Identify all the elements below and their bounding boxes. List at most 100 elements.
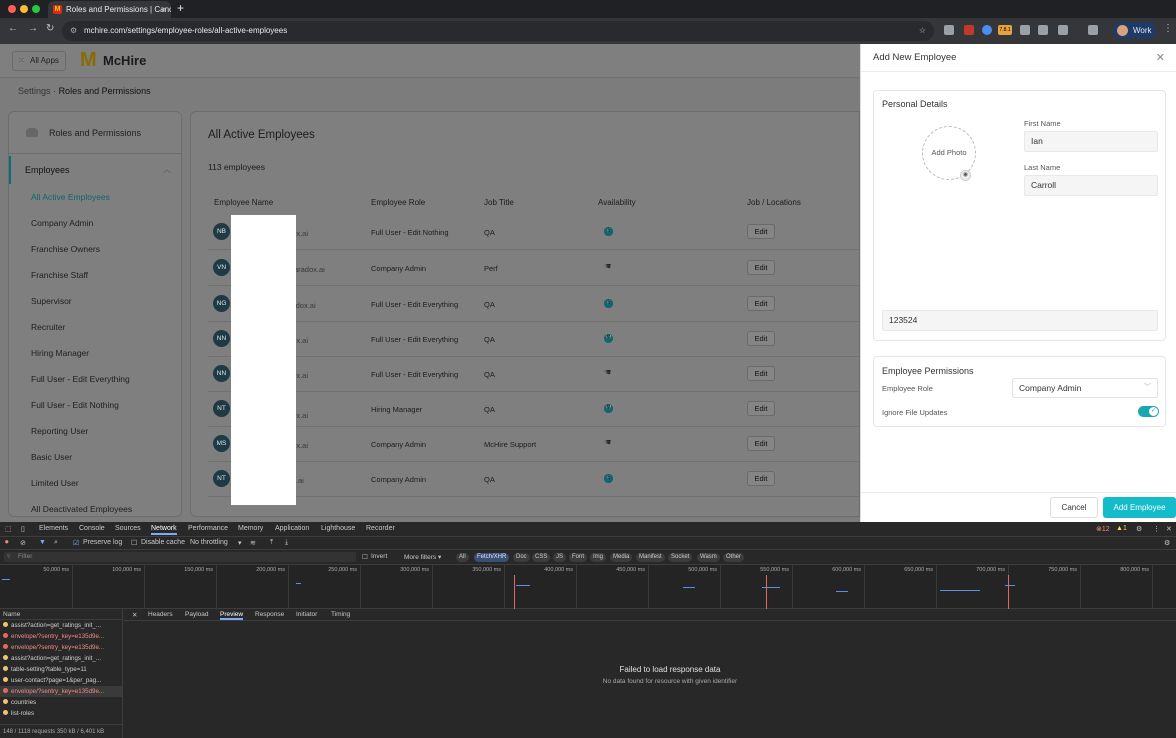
employee-id-field[interactable]: 123524 — [882, 310, 1158, 331]
filter-chip-css[interactable]: CSS — [532, 553, 551, 562]
reload-icon[interactable]: ↻ — [46, 23, 54, 34]
tab-sources[interactable]: Sources — [115, 525, 141, 532]
tab-console[interactable]: Console — [79, 525, 105, 532]
pencil-icon[interactable]: ✎ — [604, 227, 610, 235]
filter-chip-doc[interactable]: Doc — [513, 553, 530, 562]
tab-memory[interactable]: Memory — [238, 525, 263, 532]
tab-network[interactable]: Network — [151, 525, 177, 535]
request-row[interactable]: assist?action=get_ratings_init_... — [0, 620, 122, 631]
profile-button[interactable]: Work — [1113, 22, 1156, 39]
filter-input[interactable]: ▿ Filter — [4, 552, 356, 562]
edit-locations-button[interactable]: Edit — [747, 224, 775, 239]
site-info-icon[interactable]: ⚙ — [70, 21, 77, 41]
browser-tab[interactable]: M Roles and Permissions | Canc × — [48, 1, 171, 18]
close-window-button[interactable] — [8, 5, 16, 13]
preserve-log-checkbox[interactable]: ☑ — [73, 539, 79, 547]
ignore-file-updates-toggle[interactable]: ✓ — [1138, 406, 1159, 417]
warning-count-badge[interactable]: ▲1 — [1116, 525, 1127, 532]
side-panel-icon[interactable] — [1088, 25, 1098, 35]
search-icon[interactable]: ⌕ — [54, 539, 58, 547]
table-row[interactable]: NNparadox.aiFull User - Edit EverythingQ… — [208, 357, 859, 392]
all-apps-button[interactable]: ⁙ All Apps — [12, 51, 66, 71]
breadcrumb-settings[interactable]: Settings — [18, 86, 51, 96]
network-settings-icon[interactable]: ⚙ — [1164, 539, 1170, 547]
detail-tab-headers[interactable]: Headers — [148, 611, 173, 618]
filter-chip-manifest[interactable]: Manifest — [636, 553, 665, 562]
forward-icon[interactable]: → — [28, 23, 38, 34]
tab-recorder[interactable]: Recorder — [366, 525, 395, 532]
pencil-icon[interactable]: ✎ — [604, 263, 610, 271]
first-name-field[interactable]: Ian — [1024, 131, 1158, 152]
back-icon[interactable]: ← — [8, 23, 18, 34]
table-row[interactable]: NBparadox.aiFull User - Edit NothingQASM… — [208, 215, 859, 250]
minimize-window-button[interactable] — [20, 5, 28, 13]
tab-lighthouse[interactable]: Lighthouse — [321, 525, 355, 532]
browser-menu-icon[interactable]: ⋮ — [1163, 23, 1173, 34]
column-header-locations[interactable]: Job / Locations — [747, 198, 801, 207]
detail-tab-preview[interactable]: Preview — [220, 611, 244, 620]
request-row[interactable]: envelope/?sentry_key=e135d9e... — [0, 631, 122, 642]
clear-icon[interactable]: ⊘ — [20, 539, 26, 547]
table-row[interactable]: NG@paradox.aiFull User - Edit Everything… — [208, 287, 859, 322]
filter-chip-fetch-xhr[interactable]: Fetch/XHR — [474, 553, 510, 562]
extensions-puzzle-icon[interactable] — [1058, 25, 1068, 35]
tab-application[interactable]: Application — [275, 525, 309, 532]
column-header-role[interactable]: Employee Role — [371, 198, 425, 207]
edit-locations-button[interactable]: Edit — [747, 366, 775, 381]
request-row[interactable]: envelope/?sentry_key=e135d9e... — [0, 686, 122, 697]
bookmark-star-icon[interactable]: ☆ — [919, 21, 926, 41]
cancel-button[interactable]: Cancel — [1050, 497, 1098, 518]
detail-tab-timing[interactable]: Timing — [331, 611, 350, 618]
pencil-icon[interactable]: ✎ — [604, 334, 610, 342]
sidebar-section-employees[interactable]: Employees ︿ — [9, 156, 181, 184]
sidebar-item-reporting-user[interactable]: Reporting User — [9, 418, 181, 444]
column-header-title[interactable]: Job Title — [484, 198, 514, 207]
extension-blue-icon[interactable] — [982, 25, 992, 35]
detail-tab-response[interactable]: Response — [255, 611, 284, 618]
sidebar-item-limited-user[interactable]: Limited User — [9, 470, 181, 496]
address-bar[interactable]: ⚙ mchire.com/settings/employee-roles/all… — [62, 21, 934, 41]
close-detail-icon[interactable]: ✕ — [132, 611, 137, 619]
filter-chip-wasm[interactable]: Wasm — [697, 553, 720, 562]
device-toggle-icon[interactable]: ▯ — [21, 525, 25, 533]
sidebar-item-hiring-manager[interactable]: Hiring Manager — [9, 340, 181, 366]
filter-chip-img[interactable]: Img — [590, 553, 607, 562]
table-row[interactable]: MSparadox.aiCompany AdminMcHire SupportS… — [208, 427, 859, 462]
sidebar-item-full-user-edit-nothing[interactable]: Full User - Edit Nothing — [9, 392, 181, 418]
column-header-name[interactable]: Employee Name — [214, 198, 273, 207]
throttling-select[interactable]: No throttling — [190, 539, 228, 546]
request-row[interactable]: list-roles — [0, 708, 122, 719]
camera-icon[interactable]: ◉ — [960, 170, 971, 181]
employee-role-select[interactable]: Company Admin ﹀ — [1012, 378, 1158, 398]
table-row[interactable]: NNparadox.aiFull User - Edit EverythingQ… — [208, 322, 859, 357]
sidebar-item-basic-user[interactable]: Basic User — [9, 444, 181, 470]
pencil-icon[interactable]: ✎ — [604, 474, 610, 482]
add-employee-button[interactable]: Add Employee — [1103, 497, 1176, 518]
edit-locations-button[interactable]: Edit — [747, 296, 775, 311]
last-name-field[interactable]: Carroll — [1024, 175, 1158, 196]
request-row[interactable]: table-setting?table_type=11 — [0, 664, 122, 675]
close-tab-icon[interactable]: × — [161, 1, 166, 18]
table-row[interactable]: NTaradox.aiCompany AdminQASMTWTFS✎Edit — [208, 462, 859, 497]
sidebar-item-all-active-employees[interactable]: All Active Employees — [9, 184, 181, 210]
filter-chip-font[interactable]: Font — [569, 553, 588, 562]
more-filters-select[interactable]: More filters ▾ — [404, 553, 441, 561]
sidebar-item-recruiter[interactable]: Recruiter — [9, 314, 181, 340]
pencil-icon[interactable]: ✎ — [604, 439, 610, 447]
edit-locations-button[interactable]: Edit — [747, 436, 775, 451]
filter-chip-other[interactable]: Other — [723, 553, 745, 562]
new-tab-button[interactable]: + — [177, 1, 184, 15]
filter-chip-socket[interactable]: Socket — [668, 553, 693, 562]
sidebar-item-company-admin[interactable]: Company Admin — [9, 210, 181, 236]
invert-checkbox[interactable]: ☐ — [362, 553, 368, 561]
extension-icon[interactable] — [944, 25, 954, 35]
tab-elements[interactable]: Elements — [39, 525, 68, 532]
extension-diamond-icon[interactable] — [1020, 25, 1030, 35]
column-header-availability[interactable]: Availability — [598, 198, 636, 207]
edit-locations-button[interactable]: Edit — [747, 471, 775, 486]
filter-chip-media[interactable]: Media — [610, 553, 633, 562]
extension-red-icon[interactable] — [964, 25, 974, 35]
edit-locations-button[interactable]: Edit — [747, 331, 775, 346]
sidebar-item-all-deactivated-employees[interactable]: All Deactivated Employees — [9, 496, 181, 516]
filter-icon[interactable]: ▼ — [39, 539, 46, 546]
